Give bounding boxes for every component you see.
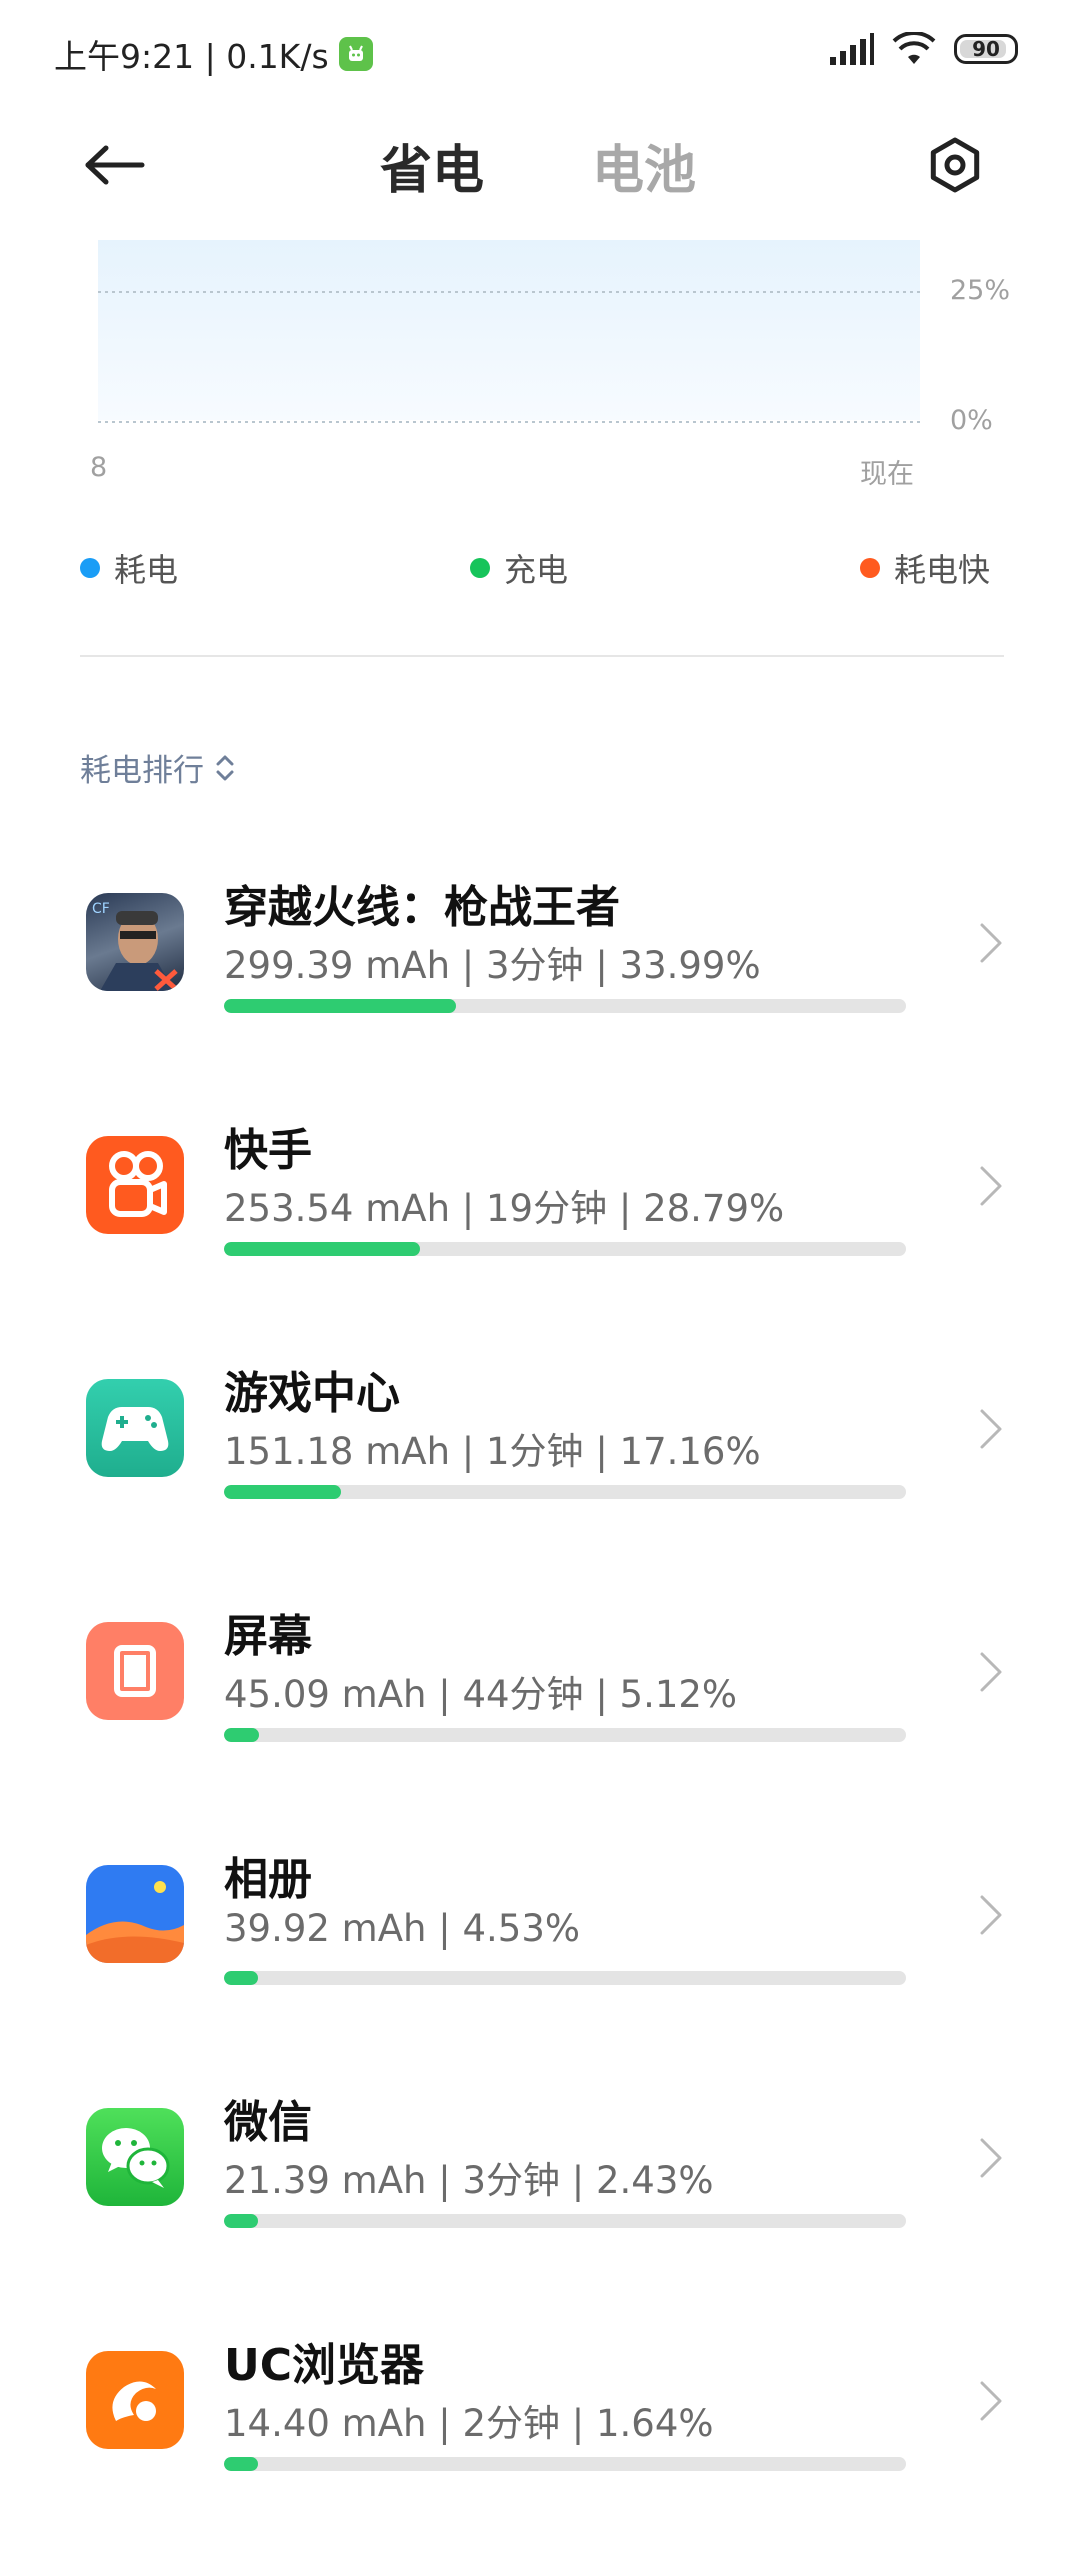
status-bar: 上午9:21 | 0.1K/s 90 bbox=[0, 0, 1080, 100]
wifi-icon bbox=[892, 32, 936, 64]
signal-icon bbox=[830, 33, 874, 65]
chart-legend: 耗电 充电 耗电快 bbox=[80, 545, 1010, 595]
app-name: UC浏览器 bbox=[224, 2340, 425, 2391]
battery-level: 90 bbox=[972, 37, 1000, 61]
x-tick-start: 8 bbox=[90, 452, 108, 483]
chevron-right-icon bbox=[980, 2138, 1002, 2178]
app-name: 游戏中心 bbox=[224, 1368, 400, 1419]
legend-item-drain: 耗电 bbox=[80, 545, 178, 591]
legend-label: 耗电 bbox=[114, 551, 179, 589]
chevron-right-icon bbox=[980, 2381, 1002, 2421]
legend-dot bbox=[80, 558, 100, 578]
sort-arrows-icon bbox=[216, 755, 234, 780]
usage-bar-fill bbox=[224, 1728, 259, 1742]
legend-label: 耗电快 bbox=[894, 551, 991, 589]
chevron-right-icon bbox=[980, 1895, 1002, 1935]
divider bbox=[80, 655, 1004, 657]
chevron-right-icon bbox=[980, 1166, 1002, 1206]
x-tick-end: 现在 bbox=[860, 459, 914, 490]
usage-bar bbox=[224, 1242, 906, 1256]
usage-bar bbox=[224, 1971, 906, 1985]
app-name: 快手 bbox=[224, 1125, 312, 1176]
usage-bar-fill bbox=[224, 1971, 259, 1985]
list-item[interactable]: 屏幕 45.09 mAh | 44分钟 | 5.12% bbox=[0, 1611, 1080, 1822]
tab-power-saving[interactable]: 省电 bbox=[380, 128, 484, 203]
app-name: 微信 bbox=[224, 2097, 312, 2148]
list-item[interactable]: UC浏览器 14.40 mAh | 2分钟 | 1.64% bbox=[0, 2340, 1080, 2551]
usage-bar bbox=[224, 2214, 906, 2228]
usage-bar-fill bbox=[224, 2214, 259, 2228]
header: 省电 电池 bbox=[0, 100, 1080, 230]
svg-text:CF: CF bbox=[92, 901, 110, 917]
app-name: 屏幕 bbox=[224, 1611, 312, 1662]
app-stats: 21.39 mAh | 3分钟 | 2.43% bbox=[224, 2159, 714, 2202]
usage-bar-fill bbox=[224, 999, 456, 1013]
usage-bar-fill bbox=[224, 2457, 259, 2471]
status-right: 90 bbox=[828, 32, 1018, 66]
tab-battery[interactable]: 电池 bbox=[592, 128, 696, 203]
sort-label: 耗电排行 bbox=[80, 753, 204, 789]
legend-item-charge: 充电 bbox=[470, 545, 568, 591]
settings-icon bbox=[930, 137, 980, 193]
list-item[interactable]: CF 穿越火线：枪战王者 299.39 mAh | 3分钟 | 33.99% bbox=[0, 882, 1080, 1093]
chevron-right-icon bbox=[980, 1409, 1002, 1449]
legend-dot bbox=[860, 558, 880, 578]
back-arrow-icon bbox=[85, 145, 145, 185]
gallery-icon bbox=[86, 1865, 184, 1963]
usage-bar bbox=[224, 999, 906, 1013]
legend-item-fast-drain: 耗电快 bbox=[860, 545, 990, 591]
wechat-icon bbox=[86, 2108, 184, 2206]
usage-bar bbox=[224, 2457, 906, 2471]
usage-bar-fill bbox=[224, 1485, 342, 1499]
usage-bar bbox=[224, 1485, 906, 1499]
app-stats: 14.40 mAh | 2分钟 | 1.64% bbox=[224, 2402, 714, 2445]
kuaishou-icon bbox=[86, 1136, 184, 1234]
list-item[interactable]: 相册 39.92 mAh | 4.53% bbox=[0, 1854, 1080, 2065]
y-tick-0: 0% bbox=[950, 405, 993, 436]
usage-bar-fill bbox=[224, 1242, 421, 1256]
chart-area bbox=[98, 240, 920, 420]
app-stats: 45.09 mAh | 44分钟 | 5.12% bbox=[224, 1673, 738, 1716]
back-button[interactable] bbox=[80, 130, 150, 200]
list-item[interactable]: 微信 21.39 mAh | 3分钟 | 2.43% bbox=[0, 2097, 1080, 2308]
usage-bar bbox=[224, 1728, 906, 1742]
legend-dot bbox=[470, 558, 490, 578]
list-item[interactable]: 快手 253.54 mAh | 19分钟 | 28.79% bbox=[0, 1125, 1080, 1336]
app-stats: 253.54 mAh | 19分钟 | 28.79% bbox=[224, 1187, 785, 1230]
app-stats: 299.39 mAh | 3分钟 | 33.99% bbox=[224, 944, 761, 987]
status-time-speed: 上午9:21 | 0.1K/s bbox=[54, 37, 329, 76]
chevron-right-icon bbox=[980, 1652, 1002, 1692]
game-cf-icon: CF bbox=[86, 893, 184, 991]
status-left: 上午9:21 | 0.1K/s bbox=[54, 30, 373, 78]
battery-icon: 90 bbox=[954, 34, 1018, 64]
legend-label: 充电 bbox=[504, 551, 569, 589]
uc-browser-icon bbox=[86, 2351, 184, 2449]
chevron-right-icon bbox=[980, 923, 1002, 963]
sort-toggle[interactable]: 耗电排行 bbox=[80, 745, 236, 790]
screen-icon bbox=[86, 1622, 184, 1720]
settings-button[interactable] bbox=[920, 130, 990, 200]
app-name: 相册 bbox=[224, 1854, 312, 1905]
app-stats: 151.18 mAh | 1分钟 | 17.16% bbox=[224, 1430, 761, 1473]
app-stats: 39.92 mAh | 4.53% bbox=[224, 1907, 581, 1950]
y-tick-25: 25% bbox=[950, 275, 1011, 306]
battery-chart: 25% 0% 8 现在 bbox=[0, 230, 1080, 490]
chart-plot bbox=[98, 240, 920, 423]
app-name: 穿越火线：枪战王者 bbox=[224, 882, 620, 933]
game-center-icon bbox=[86, 1379, 184, 1477]
list-item[interactable]: 游戏中心 151.18 mAh | 1分钟 | 17.16% bbox=[0, 1368, 1080, 1579]
android-notification-icon bbox=[338, 37, 373, 71]
